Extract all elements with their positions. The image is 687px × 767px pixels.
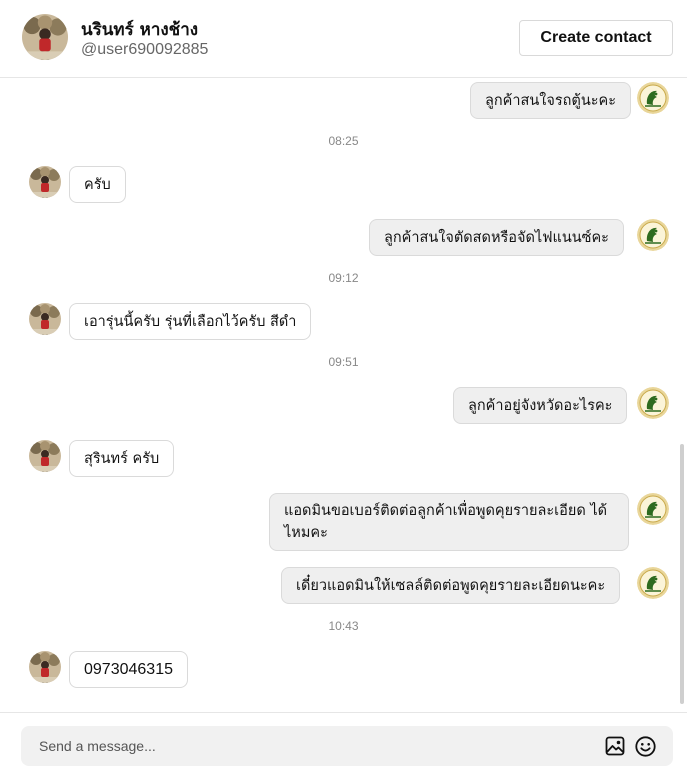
brand-avatar — [637, 82, 669, 114]
chat-header: นรินทร์ หางช้าง @user690092885 Create co… — [0, 0, 687, 78]
message-thread[interactable]: ลูกค้าสนใจรถตู้นะคะ 08:25 ครับ ลูกค้าสนใ… — [0, 79, 687, 711]
brand-avatar — [637, 219, 669, 251]
message-input[interactable] — [39, 726, 599, 766]
contact-name: นรินทร์ หางช้าง — [81, 20, 199, 40]
thread-scrollbar[interactable] — [680, 444, 684, 704]
contact-avatar-small — [29, 166, 61, 198]
outgoing-message: ลูกค้าสนใจรถตู้นะคะ — [470, 82, 632, 119]
timestamp: 08:25 — [328, 134, 359, 148]
brand-avatar — [637, 493, 669, 525]
contact-handle: @user690092885 — [81, 41, 209, 58]
incoming-message: ครับ — [69, 166, 126, 203]
composer-box — [21, 726, 673, 766]
outgoing-message: ลูกค้าอยู่จังหวัดอะไรคะ — [453, 387, 628, 424]
contact-avatar-small — [29, 303, 61, 335]
incoming-message: 0973046315 — [69, 651, 188, 688]
outgoing-message: เดี๋ยวแอดมินให้เซลล์ติดต่อพูดคุยรายละเอี… — [281, 567, 621, 604]
outgoing-message: ลูกค้าสนใจตัดสดหรือจัดไฟแนนซ์คะ — [369, 219, 624, 256]
contact-avatar-small — [29, 651, 61, 683]
brand-avatar — [637, 567, 669, 599]
outgoing-message: แอดมินขอเบอร์ติดต่อลูกค้าเพื่อพูดคุยรายล… — [269, 493, 629, 551]
timestamp: 09:51 — [328, 355, 359, 369]
incoming-message: เอารุ่นนี้ครับ รุ่นที่เลือกไว้ครับ สีดำ — [69, 303, 312, 340]
contact-avatar[interactable] — [22, 14, 68, 60]
image-icon[interactable] — [605, 736, 625, 756]
incoming-message: สุรินทร์ ครับ — [69, 440, 175, 477]
message-composer — [0, 712, 687, 767]
create-contact-button[interactable]: Create contact — [519, 20, 673, 56]
brand-avatar — [637, 387, 669, 419]
timestamp: 09:12 — [328, 271, 359, 285]
emoji-icon[interactable] — [635, 736, 656, 757]
timestamp: 10:43 — [328, 619, 359, 633]
contact-avatar-small — [29, 440, 61, 472]
